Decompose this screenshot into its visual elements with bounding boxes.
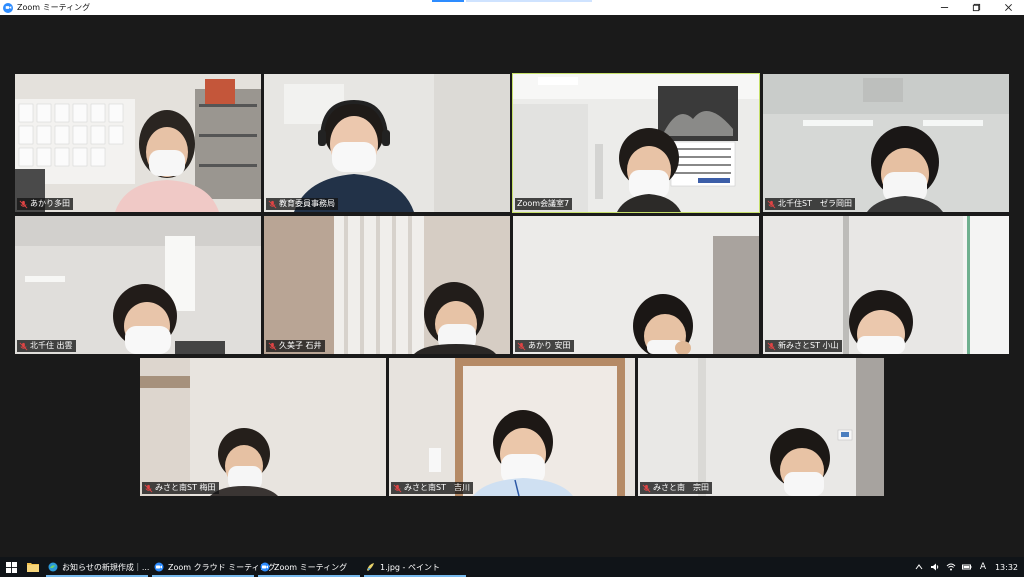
- participant-name: 教育委員事務局: [279, 199, 335, 208]
- mic-muted-icon: [517, 342, 526, 351]
- video-tile[interactable]: あかり多田: [15, 74, 261, 212]
- ime-mode: A: [979, 562, 987, 572]
- minimize-button[interactable]: [928, 0, 960, 15]
- window-controls: [928, 0, 1024, 15]
- mic-muted-icon: [19, 200, 28, 209]
- video-tile[interactable]: あかり 安田: [513, 216, 759, 354]
- participant-name: Zoom会議室7: [517, 199, 570, 208]
- participant-video: [389, 358, 635, 496]
- participant-video: [264, 74, 510, 212]
- participant-video: [638, 358, 884, 496]
- participant-name-label: 教育委員事務局: [266, 198, 338, 210]
- participant-video: [513, 216, 759, 354]
- participant-name: あかり 安田: [528, 341, 571, 350]
- file-explorer-button[interactable]: [22, 557, 44, 577]
- taskbar-item-label: Zoom ミーティング: [274, 562, 348, 572]
- start-button[interactable]: [0, 557, 22, 577]
- participant-name-label: 北千住ST ゼラ岡田: [765, 198, 855, 210]
- participant-video: [513, 74, 759, 212]
- participant-name: 北千住ST ゼラ岡田: [778, 199, 852, 208]
- participant-video: [15, 216, 261, 354]
- window-title: Zoom ミーティング: [17, 3, 91, 12]
- participant-name-label: みさと南ST 吉川: [391, 482, 473, 494]
- folder-icon: [27, 563, 39, 572]
- participant-name-label: みさと南 宗田: [640, 482, 712, 494]
- paint-icon: [367, 563, 374, 571]
- video-tile[interactable]: 北千住 出雲: [15, 216, 261, 354]
- participant-name-label: みさと南ST 梅田: [142, 482, 219, 494]
- volume-button[interactable]: [927, 557, 943, 577]
- video-tile[interactable]: みさと南 宗田: [638, 358, 884, 496]
- top-indicator: [432, 0, 464, 2]
- taskbar-clock[interactable]: 13:32: [991, 563, 1024, 572]
- maximize-button[interactable]: [960, 0, 992, 15]
- taskbar-item-paint[interactable]: 1.jpg - ペイント: [362, 557, 468, 577]
- battery-icon: [961, 564, 972, 570]
- title-bar: Zoom ミーティング: [0, 0, 1024, 15]
- taskbar-item-zoom-cloud[interactable]: Zoom クラウド ミーティング: [150, 557, 276, 577]
- participant-video: [763, 216, 1009, 354]
- video-tile[interactable]: 教育委員事務局: [264, 74, 510, 212]
- mic-muted-icon: [642, 484, 651, 493]
- battery-button[interactable]: [959, 557, 975, 577]
- video-gallery: あかり多田 教育委員事務局 Zoom会議室7 北千住ST ゼラ岡田 北千住 出雲…: [0, 15, 1024, 557]
- taskbar-item-label: 1.jpg - ペイント: [380, 562, 440, 572]
- participant-video: [140, 358, 386, 496]
- top-indicator-bar: [466, 0, 592, 2]
- participant-name: みさと南ST 梅田: [155, 483, 216, 492]
- zoom-icon: [154, 562, 164, 572]
- zoom-icon: [260, 562, 270, 572]
- video-tile-active-speaker[interactable]: Zoom会議室7: [512, 73, 760, 213]
- show-hidden-icons-button[interactable]: [911, 557, 927, 577]
- windows-icon: [5, 561, 17, 573]
- participant-video: [15, 74, 261, 212]
- participant-name-label: あかり 安田: [515, 340, 574, 352]
- participant-video: [763, 74, 1009, 212]
- participant-name-label: Zoom会議室7: [515, 198, 573, 210]
- mic-muted-icon: [144, 484, 153, 493]
- maximize-icon: [972, 3, 980, 12]
- video-tile[interactable]: 久美子 石井: [264, 216, 510, 354]
- edge-icon: [48, 562, 58, 572]
- ime-indicator[interactable]: A: [975, 557, 991, 577]
- participant-name: みさと南ST 吉川: [404, 483, 470, 492]
- wifi-icon: [946, 563, 956, 571]
- mic-muted-icon: [767, 342, 776, 351]
- participant-name: 北千住 出雲: [30, 341, 73, 350]
- mic-muted-icon: [767, 200, 776, 209]
- close-icon: [1004, 4, 1012, 11]
- zoom-logo-icon: [3, 2, 13, 13]
- mic-muted-icon: [268, 200, 277, 209]
- close-button[interactable]: [992, 0, 1024, 15]
- participant-name: 久美子 石井: [279, 341, 322, 350]
- taskbar-item-browser[interactable]: お知らせの新規作成｜...: [44, 557, 150, 577]
- participant-name: 新みさとST 小山: [778, 341, 839, 350]
- taskbar-item-zoom-meeting[interactable]: Zoom ミーティング: [256, 557, 362, 577]
- video-tile[interactable]: みさと南ST 梅田: [140, 358, 386, 496]
- video-tile[interactable]: 新みさとST 小山: [763, 216, 1009, 354]
- minimize-icon: [940, 7, 948, 8]
- video-tile[interactable]: 北千住ST ゼラ岡田: [763, 74, 1009, 212]
- participant-name-label: 久美子 石井: [266, 340, 325, 352]
- mic-muted-icon: [19, 342, 28, 351]
- mic-muted-icon: [268, 342, 277, 351]
- taskbar-item-label: お知らせの新規作成｜...: [62, 562, 150, 572]
- wifi-button[interactable]: [943, 557, 959, 577]
- participant-name: みさと南 宗田: [653, 483, 709, 492]
- participant-name: あかり多田: [30, 199, 70, 208]
- participant-video: [264, 216, 510, 354]
- participant-name-label: 新みさとST 小山: [765, 340, 842, 352]
- speaker-icon: [930, 563, 939, 571]
- participant-name-label: 北千住 出雲: [17, 340, 76, 352]
- chevron-up-icon: [915, 564, 923, 570]
- participant-name-label: あかり多田: [17, 198, 73, 210]
- system-tray: A 13:32: [911, 557, 1024, 577]
- taskbar: お知らせの新規作成｜... Zoom クラウド ミーティング Zoom ミーティ…: [0, 557, 1024, 577]
- video-tile[interactable]: みさと南ST 吉川: [389, 358, 635, 496]
- mic-muted-icon: [393, 484, 402, 493]
